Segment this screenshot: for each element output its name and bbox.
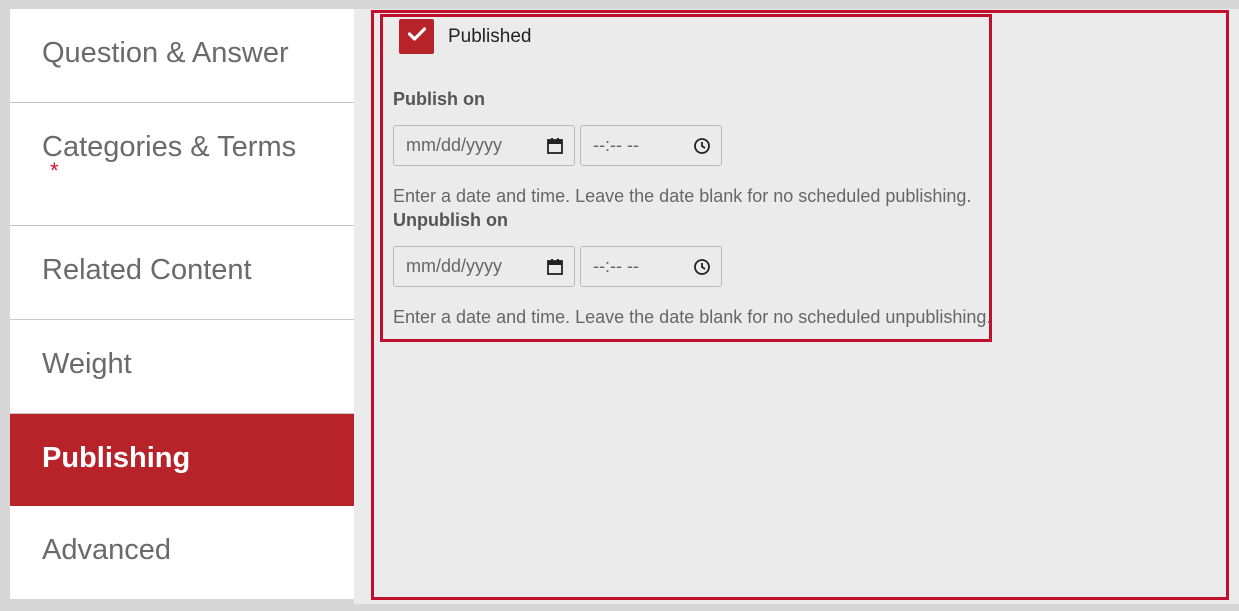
date-placeholder: mm/dd/yyyy [406,256,503,276]
date-placeholder: mm/dd/yyyy [406,135,503,155]
tab-question-answer[interactable]: Question & Answer [10,9,354,103]
tab-categories-terms[interactable]: Categories & Terms * [10,103,354,226]
time-placeholder: --:-- -- [593,256,639,276]
publish-on-help-text: Enter a date and time. Leave the date bl… [393,186,972,206]
tab-label: Related Content [42,254,252,286]
tab-label: Advanced [42,534,171,566]
tab-label: Publishing [42,442,191,474]
tab-label: Categories & Terms [42,131,297,163]
required-marker: * [50,158,59,183]
check-icon [407,27,426,46]
tab-advanced[interactable]: Advanced [10,506,354,599]
calendar-icon[interactable] [546,137,564,160]
publish-on-date-input[interactable]: mm/dd/yyyy [393,125,575,166]
publish-on-time-input[interactable]: --:-- -- [580,125,722,166]
tab-label: Question & Answer [42,37,289,69]
published-checkbox[interactable] [399,19,434,54]
tab-publishing[interactable]: Publishing [10,414,354,506]
clock-icon[interactable] [693,258,711,281]
tab-related-content[interactable]: Related Content [10,226,354,320]
unpublish-on-label: Unpublish on [393,210,508,230]
tab-label: Weight [42,348,132,380]
time-placeholder: --:-- -- [593,135,639,155]
clock-icon[interactable] [693,137,711,160]
unpublish-on-time-input[interactable]: --:-- -- [580,246,722,287]
publish-on-label: Publish on [393,89,485,109]
unpublish-on-help-text: Enter a date and time. Leave the date bl… [393,307,992,327]
vertical-tabs: Question & Answer Categories & Terms * R… [10,9,354,599]
tab-weight[interactable]: Weight [10,320,354,414]
published-label[interactable]: Published [448,26,531,48]
calendar-icon[interactable] [546,258,564,281]
publishing-fields-highlight [380,14,992,342]
unpublish-on-date-input[interactable]: mm/dd/yyyy [393,246,575,287]
